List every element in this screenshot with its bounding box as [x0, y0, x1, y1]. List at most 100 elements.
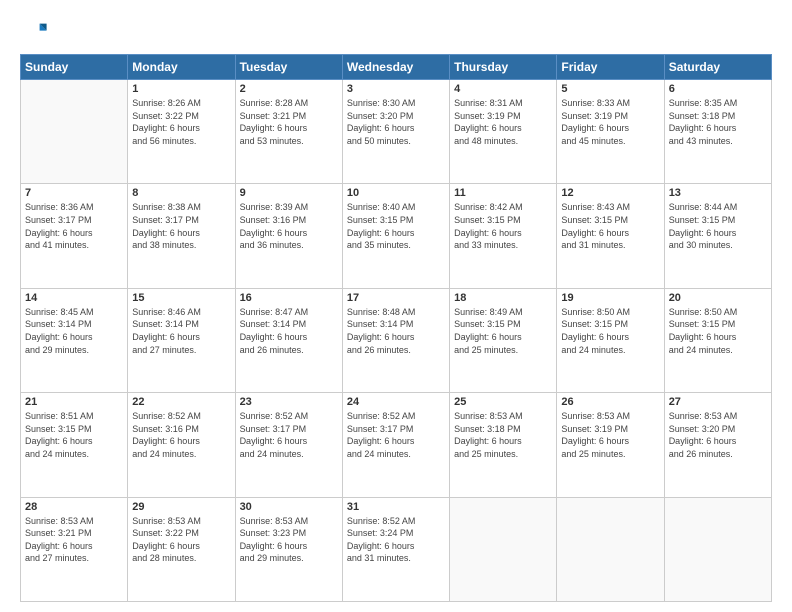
- day-number: 3: [347, 83, 445, 95]
- calendar-week-row: 21 Sunrise: 8:51 AM Sunset: 3:15 PM Dayli…: [21, 393, 772, 497]
- day-info: Sunrise: 8:47 AM Sunset: 3:14 PM Dayligh…: [240, 306, 338, 356]
- day-info: Sunrise: 8:50 AM Sunset: 3:15 PM Dayligh…: [561, 306, 659, 356]
- calendar-cell: 14 Sunrise: 8:45 AM Sunset: 3:14 PM Dayli…: [21, 288, 128, 392]
- calendar-cell: 28 Sunrise: 8:53 AM Sunset: 3:21 PM Dayli…: [21, 497, 128, 601]
- calendar-cell: 16 Sunrise: 8:47 AM Sunset: 3:14 PM Dayli…: [235, 288, 342, 392]
- day-number: 6: [669, 83, 767, 95]
- day-number: 27: [669, 396, 767, 408]
- calendar-cell: 10 Sunrise: 8:40 AM Sunset: 3:15 PM Dayli…: [342, 184, 449, 288]
- day-info: Sunrise: 8:48 AM Sunset: 3:14 PM Dayligh…: [347, 306, 445, 356]
- day-info: Sunrise: 8:35 AM Sunset: 3:18 PM Dayligh…: [669, 97, 767, 147]
- calendar-cell: 24 Sunrise: 8:52 AM Sunset: 3:17 PM Dayli…: [342, 393, 449, 497]
- day-info: Sunrise: 8:52 AM Sunset: 3:16 PM Dayligh…: [132, 410, 230, 460]
- calendar-cell: 7 Sunrise: 8:36 AM Sunset: 3:17 PM Daylig…: [21, 184, 128, 288]
- day-info: Sunrise: 8:52 AM Sunset: 3:24 PM Dayligh…: [347, 515, 445, 565]
- calendar-cell: 5Sunrise: 8:33 AM Sunset: 3:19 PM Daylig…: [557, 80, 664, 184]
- day-info: Sunrise: 8:46 AM Sunset: 3:14 PM Dayligh…: [132, 306, 230, 356]
- day-info: Sunrise: 8:31 AM Sunset: 3:19 PM Dayligh…: [454, 97, 552, 147]
- day-number: 20: [669, 292, 767, 304]
- day-info: Sunrise: 8:53 AM Sunset: 3:23 PM Dayligh…: [240, 515, 338, 565]
- calendar-header-tuesday: Tuesday: [235, 55, 342, 80]
- calendar-cell: 8Sunrise: 8:38 AM Sunset: 3:17 PM Daylig…: [128, 184, 235, 288]
- calendar-cell: 12Sunrise: 8:43 AM Sunset: 3:15 PM Dayli…: [557, 184, 664, 288]
- day-info: Sunrise: 8:28 AM Sunset: 3:21 PM Dayligh…: [240, 97, 338, 147]
- day-number: 14: [25, 292, 123, 304]
- day-info: Sunrise: 8:42 AM Sunset: 3:15 PM Dayligh…: [454, 201, 552, 251]
- day-info: Sunrise: 8:40 AM Sunset: 3:15 PM Dayligh…: [347, 201, 445, 251]
- calendar-header-thursday: Thursday: [450, 55, 557, 80]
- calendar-cell: 20Sunrise: 8:50 AM Sunset: 3:15 PM Dayli…: [664, 288, 771, 392]
- day-number: 28: [25, 501, 123, 513]
- calendar-cell: [557, 497, 664, 601]
- day-number: 2: [240, 83, 338, 95]
- day-info: Sunrise: 8:52 AM Sunset: 3:17 PM Dayligh…: [347, 410, 445, 460]
- day-number: 10: [347, 187, 445, 199]
- calendar-cell: 13 Sunrise: 8:44 AM Sunset: 3:15 PM Dayli…: [664, 184, 771, 288]
- day-info: Sunrise: 8:53 AM Sunset: 3:20 PM Dayligh…: [669, 410, 767, 460]
- day-number: 12: [561, 187, 659, 199]
- day-number: 22: [132, 396, 230, 408]
- calendar-cell: 11Sunrise: 8:42 AM Sunset: 3:15 PM Dayli…: [450, 184, 557, 288]
- calendar-cell: 29 Sunrise: 8:53 AM Sunset: 3:22 PM Dayli…: [128, 497, 235, 601]
- day-number: 30: [240, 501, 338, 513]
- day-info: Sunrise: 8:53 AM Sunset: 3:22 PM Dayligh…: [132, 515, 230, 565]
- calendar-cell: [450, 497, 557, 601]
- day-info: Sunrise: 8:51 AM Sunset: 3:15 PM Dayligh…: [25, 410, 123, 460]
- day-number: 18: [454, 292, 552, 304]
- calendar-cell: 3 Sunrise: 8:30 AM Sunset: 3:20 PM Daylig…: [342, 80, 449, 184]
- calendar-cell: 4 Sunrise: 8:31 AM Sunset: 3:19 PM Daylig…: [450, 80, 557, 184]
- calendar-week-row: 14 Sunrise: 8:45 AM Sunset: 3:14 PM Dayli…: [21, 288, 772, 392]
- page: SundayMondayTuesdayWednesdayThursdayFrid…: [0, 0, 792, 612]
- calendar-week-row: 28 Sunrise: 8:53 AM Sunset: 3:21 PM Dayli…: [21, 497, 772, 601]
- calendar-cell: 21 Sunrise: 8:51 AM Sunset: 3:15 PM Dayli…: [21, 393, 128, 497]
- calendar-week-row: 7 Sunrise: 8:36 AM Sunset: 3:17 PM Daylig…: [21, 184, 772, 288]
- calendar-cell: 31Sunrise: 8:52 AM Sunset: 3:24 PM Dayli…: [342, 497, 449, 601]
- day-number: 7: [25, 187, 123, 199]
- day-info: Sunrise: 8:39 AM Sunset: 3:16 PM Dayligh…: [240, 201, 338, 251]
- day-number: 13: [669, 187, 767, 199]
- day-number: 25: [454, 396, 552, 408]
- calendar-cell: [21, 80, 128, 184]
- calendar-cell: 1Sunrise: 8:26 AM Sunset: 3:22 PM Daylig…: [128, 80, 235, 184]
- calendar-cell: 22 Sunrise: 8:52 AM Sunset: 3:16 PM Dayli…: [128, 393, 235, 497]
- day-number: 16: [240, 292, 338, 304]
- calendar-cell: 2 Sunrise: 8:28 AM Sunset: 3:21 PM Daylig…: [235, 80, 342, 184]
- day-info: Sunrise: 8:36 AM Sunset: 3:17 PM Dayligh…: [25, 201, 123, 251]
- day-info: Sunrise: 8:44 AM Sunset: 3:15 PM Dayligh…: [669, 201, 767, 251]
- calendar-header-friday: Friday: [557, 55, 664, 80]
- calendar-cell: 27 Sunrise: 8:53 AM Sunset: 3:20 PM Dayli…: [664, 393, 771, 497]
- calendar-cell: 23Sunrise: 8:52 AM Sunset: 3:17 PM Dayli…: [235, 393, 342, 497]
- day-number: 21: [25, 396, 123, 408]
- calendar-header-monday: Monday: [128, 55, 235, 80]
- calendar-cell: 26Sunrise: 8:53 AM Sunset: 3:19 PM Dayli…: [557, 393, 664, 497]
- header: [20, 18, 772, 46]
- day-info: Sunrise: 8:26 AM Sunset: 3:22 PM Dayligh…: [132, 97, 230, 147]
- calendar-header-row: SundayMondayTuesdayWednesdayThursdayFrid…: [21, 55, 772, 80]
- calendar-cell: [664, 497, 771, 601]
- day-number: 4: [454, 83, 552, 95]
- day-number: 29: [132, 501, 230, 513]
- day-info: Sunrise: 8:49 AM Sunset: 3:15 PM Dayligh…: [454, 306, 552, 356]
- calendar-week-row: 1Sunrise: 8:26 AM Sunset: 3:22 PM Daylig…: [21, 80, 772, 184]
- day-number: 19: [561, 292, 659, 304]
- day-info: Sunrise: 8:53 AM Sunset: 3:19 PM Dayligh…: [561, 410, 659, 460]
- calendar-cell: 15Sunrise: 8:46 AM Sunset: 3:14 PM Dayli…: [128, 288, 235, 392]
- calendar-cell: 30 Sunrise: 8:53 AM Sunset: 3:23 PM Dayli…: [235, 497, 342, 601]
- day-number: 24: [347, 396, 445, 408]
- day-info: Sunrise: 8:53 AM Sunset: 3:18 PM Dayligh…: [454, 410, 552, 460]
- calendar-cell: 25 Sunrise: 8:53 AM Sunset: 3:18 PM Dayli…: [450, 393, 557, 497]
- day-number: 9: [240, 187, 338, 199]
- day-info: Sunrise: 8:52 AM Sunset: 3:17 PM Dayligh…: [240, 410, 338, 460]
- day-info: Sunrise: 8:33 AM Sunset: 3:19 PM Dayligh…: [561, 97, 659, 147]
- day-info: Sunrise: 8:38 AM Sunset: 3:17 PM Dayligh…: [132, 201, 230, 251]
- calendar-table: SundayMondayTuesdayWednesdayThursdayFrid…: [20, 54, 772, 602]
- day-info: Sunrise: 8:53 AM Sunset: 3:21 PM Dayligh…: [25, 515, 123, 565]
- calendar-header-saturday: Saturday: [664, 55, 771, 80]
- calendar-header-wednesday: Wednesday: [342, 55, 449, 80]
- calendar-header-sunday: Sunday: [21, 55, 128, 80]
- day-info: Sunrise: 8:45 AM Sunset: 3:14 PM Dayligh…: [25, 306, 123, 356]
- logo-icon: [20, 18, 48, 46]
- calendar-cell: 6 Sunrise: 8:35 AM Sunset: 3:18 PM Daylig…: [664, 80, 771, 184]
- logo: [20, 18, 52, 46]
- day-info: Sunrise: 8:30 AM Sunset: 3:20 PM Dayligh…: [347, 97, 445, 147]
